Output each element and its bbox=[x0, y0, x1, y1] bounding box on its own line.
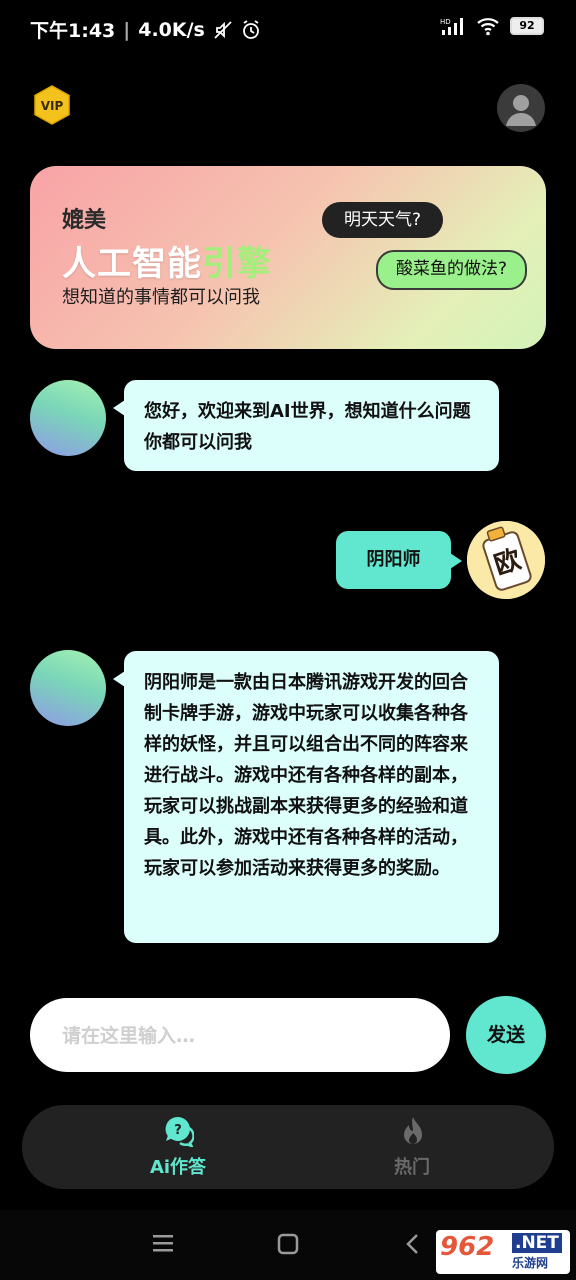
back-icon[interactable] bbox=[402, 1232, 422, 1256]
user-message-text: 阴阳师 bbox=[366, 549, 421, 570]
battery-icon: 92 bbox=[510, 17, 544, 35]
message-input-container[interactable] bbox=[30, 998, 450, 1074]
tab-ai-answer-label: Ai作答 bbox=[149, 1157, 207, 1178]
watermark-logo: 962 .NET 乐游网 bbox=[436, 1230, 570, 1274]
user-icon bbox=[506, 95, 536, 126]
network-hd-label: HD bbox=[440, 18, 451, 26]
tab-hot-label: 热门 bbox=[394, 1157, 430, 1178]
ai-message: 您好，欢迎来到AI世界，想知道什么问题你都可以问我 bbox=[113, 380, 499, 471]
suggestion-weather[interactable]: 明天天气? bbox=[322, 202, 444, 238]
watermark-sub: 乐游网 bbox=[512, 1256, 549, 1270]
svg-text:?: ? bbox=[174, 1123, 182, 1138]
alarm-icon bbox=[242, 19, 259, 39]
status-time: 下午1:43 bbox=[30, 20, 116, 42]
profile-button[interactable] bbox=[497, 84, 545, 132]
user-message: 阴阳师 bbox=[336, 531, 462, 589]
ai-avatar bbox=[30, 380, 106, 456]
vip-badge[interactable]: VIP bbox=[32, 85, 72, 125]
banner-app-name: 媲美 bbox=[62, 208, 107, 233]
ai-message-text: 阴阳师是一款由日本腾讯游戏开发的回合制卡牌手游，游戏中玩家可以收集各种各样的妖怪… bbox=[144, 672, 468, 879]
tab-ai-answer[interactable]: ? Ai作答 bbox=[78, 1105, 278, 1189]
fire-icon bbox=[404, 1117, 422, 1144]
banner-title-part1: 人工智能 bbox=[62, 244, 202, 284]
hero-banner: 媲美 人工智能引擎 想知道的事情都可以问我 明天天气? 酸菜鱼的做法? bbox=[30, 166, 546, 349]
suggestion-fish[interactable]: 酸菜鱼的做法? bbox=[376, 250, 528, 290]
status-divider: | bbox=[123, 18, 131, 41]
home-icon[interactable] bbox=[276, 1232, 300, 1256]
bottom-tab-bar: ? Ai作答 热门 bbox=[22, 1105, 554, 1189]
watermark-net: .NET bbox=[512, 1233, 562, 1253]
status-speed: 4.0K/s bbox=[138, 18, 205, 41]
mute-icon bbox=[214, 20, 232, 39]
banner-subtitle: 想知道的事情都可以问我 bbox=[62, 287, 260, 308]
cellular-signal-icon: HD bbox=[440, 18, 463, 35]
send-button[interactable]: 发送 bbox=[466, 996, 546, 1074]
status-left: 下午1:43 | 4.0K/s bbox=[30, 16, 261, 43]
banner-title-part2: 引擎 bbox=[202, 244, 272, 284]
user-avatar-image: 欧 bbox=[467, 521, 545, 599]
vip-label: VIP bbox=[41, 99, 64, 113]
chat-question-icon: ? bbox=[165, 1116, 194, 1147]
status-bar: 下午1:43 | 4.0K/s HD 92 bbox=[0, 0, 576, 56]
message-input[interactable] bbox=[60, 998, 424, 1074]
wifi-icon bbox=[477, 18, 499, 36]
watermark-number: 962 bbox=[440, 1232, 495, 1262]
ai-avatar bbox=[30, 650, 106, 726]
ai-message-text: 您好，欢迎来到AI世界，想知道什么问题你都可以问我 bbox=[144, 401, 471, 453]
tab-hot[interactable]: 热门 bbox=[312, 1105, 512, 1189]
user-avatar: 欧 bbox=[467, 521, 545, 599]
menu-icon[interactable] bbox=[151, 1232, 175, 1254]
banner-title: 人工智能引擎 bbox=[62, 236, 272, 285]
status-right: HD 92 bbox=[440, 16, 544, 36]
ai-message: 阴阳师是一款由日本腾讯游戏开发的回合制卡牌手游，游戏中玩家可以收集各种各样的妖怪… bbox=[113, 651, 499, 943]
